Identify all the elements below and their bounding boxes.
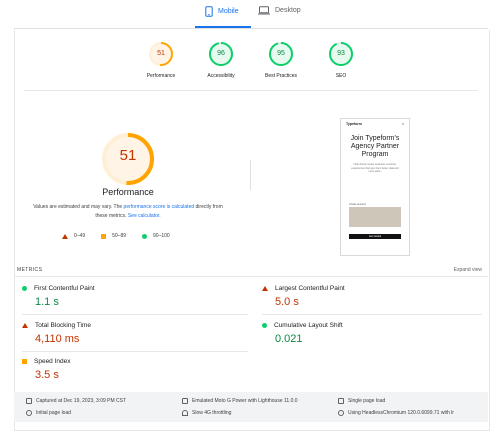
legend-average: 50–89 xyxy=(101,233,126,239)
footer-throttle: Slow 4G throttling xyxy=(182,410,231,416)
laptop-icon xyxy=(258,6,270,15)
metric-tbt-value: 4,110 ms xyxy=(35,333,80,345)
label-performance: Performance xyxy=(146,73,176,79)
footer-device-text: Emulated Moto G Power with Lighthouse 11… xyxy=(192,398,298,404)
legend-pass-label: 90–100 xyxy=(153,233,170,239)
metrics-heading: METRICS xyxy=(17,267,43,273)
device-icon xyxy=(182,398,188,404)
performance-description: Values are estimated and may vary. The p… xyxy=(28,203,228,221)
metric-row-divider xyxy=(22,314,248,315)
preview-brand: Typeform xyxy=(346,122,362,126)
fail-triangle-icon xyxy=(62,233,68,239)
footer-browser-text: Using HeadlessChromium 120.0.6099.71 wit… xyxy=(348,410,454,416)
performance-score-link[interactable]: performance score is calculated xyxy=(124,204,195,210)
score-best-practices: 95 xyxy=(277,50,285,57)
footer-session-text: Single page load xyxy=(348,398,386,404)
tab-mobile[interactable]: Mobile xyxy=(205,6,239,17)
metric-si: Speed Index 3.5 s xyxy=(22,358,242,381)
metric-si-value: 3.5 s xyxy=(35,369,59,381)
see-calculator-link[interactable]: See calculator. xyxy=(128,213,161,219)
pass-circle-icon xyxy=(22,286,27,291)
fail-triangle-icon xyxy=(262,286,268,291)
tabs-divider xyxy=(14,28,488,29)
preview-form-label: Create account xyxy=(349,203,366,206)
preview-headline: Join Typeform's Agency Partner Program xyxy=(350,135,400,158)
gauge-performance[interactable]: 51 Performance xyxy=(131,41,191,79)
metric-fcp: First Contentful Paint 1.1 s xyxy=(22,285,242,308)
phone-icon xyxy=(205,6,213,17)
desc-text-a: Values are estimated and may vary. The xyxy=(33,204,124,210)
score-legend: 0–49 50–89 90–100 xyxy=(62,233,170,239)
average-square-icon xyxy=(101,233,107,239)
footer-throttle-text: Slow 4G throttling xyxy=(192,410,232,416)
score-accessibility: 96 xyxy=(217,50,225,57)
section-divider xyxy=(24,90,478,91)
wifi-icon xyxy=(182,410,188,416)
page-screenshot[interactable]: Typeform × Join Typeform's Agency Partne… xyxy=(340,118,410,256)
browser-icon xyxy=(338,410,344,416)
session-icon xyxy=(338,398,344,404)
legend-fail-label: 0–49 xyxy=(74,233,86,239)
legend-fail: 0–49 xyxy=(62,233,85,239)
tab-desktop-label: Desktop xyxy=(275,7,301,14)
preview-header: Typeform × xyxy=(341,119,409,129)
footer-captured: Captured at Dec 19, 2023, 3:09 PM CST xyxy=(26,398,126,404)
fail-triangle-icon xyxy=(22,323,28,328)
metric-row-divider xyxy=(22,351,248,352)
metric-cls-value: 0.021 xyxy=(275,333,303,345)
device-tabs: Mobile Desktop xyxy=(0,0,502,30)
footer-device: Emulated Moto G Power with Lighthouse 11… xyxy=(182,398,298,404)
gauge-seo[interactable]: 93 SEO xyxy=(311,41,371,79)
metric-lcp-name: Largest Contentful Paint xyxy=(275,285,345,292)
footer-initial-text: Initial page load xyxy=(36,410,72,416)
metric-fcp-value: 1.1 s xyxy=(35,296,59,308)
metrics-divider xyxy=(14,276,488,277)
score-performance: 51 xyxy=(157,50,165,57)
metric-row-divider xyxy=(262,314,482,315)
preview-image xyxy=(349,207,401,227)
metric-lcp: Largest Contentful Paint 5.0 s xyxy=(262,285,482,308)
legend-average-label: 50–89 xyxy=(112,233,127,239)
footer-browser: Using HeadlessChromium 120.0.6099.71 wit… xyxy=(338,410,454,416)
label-best-practices: Best Practices xyxy=(265,73,297,79)
score-seo: 93 xyxy=(337,50,345,57)
legend-pass: 90–100 xyxy=(142,233,170,239)
average-square-icon xyxy=(22,359,27,364)
footer-captured-text: Captured at Dec 19, 2023, 3:09 PM CST xyxy=(36,398,127,404)
gauge-best-practices[interactable]: 95 Best Practices xyxy=(251,41,311,79)
expand-view-toggle[interactable]: Expand view xyxy=(454,267,482,273)
metric-cls-name: Cumulative Layout Shift xyxy=(274,322,343,329)
close-icon: × xyxy=(401,122,404,126)
preview-body: Help clients create seamless customer ex… xyxy=(351,163,399,173)
performance-score: 51 xyxy=(119,147,137,164)
metric-lcp-value: 5.0 s xyxy=(275,296,299,308)
label-seo: SEO xyxy=(335,73,347,79)
pass-circle-icon xyxy=(142,233,148,239)
gauge-accessibility[interactable]: 96 Accessibility xyxy=(191,41,251,79)
metric-fcp-name: First Contentful Paint xyxy=(34,285,95,292)
metric-tbt: Total Blocking Time 4,110 ms xyxy=(22,322,242,345)
timer-icon xyxy=(26,410,32,416)
tab-desktop[interactable]: Desktop xyxy=(258,6,301,15)
preview-button: Get started xyxy=(349,234,401,239)
vertical-separator xyxy=(250,160,251,190)
metric-si-name: Speed Index xyxy=(34,358,71,365)
footer-session: Single page load xyxy=(338,398,385,404)
label-accessibility: Accessibility xyxy=(207,73,235,79)
calendar-icon xyxy=(26,398,32,404)
metric-cls: Cumulative Layout Shift 0.021 xyxy=(262,322,482,345)
runtime-settings: Captured at Dec 19, 2023, 3:09 PM CST In… xyxy=(14,392,488,422)
pass-circle-icon xyxy=(262,323,267,328)
tab-mobile-label: Mobile xyxy=(218,8,239,15)
metric-tbt-name: Total Blocking Time xyxy=(35,322,91,329)
footer-initial: Initial page load xyxy=(26,410,71,416)
performance-title: Performance xyxy=(102,187,154,197)
